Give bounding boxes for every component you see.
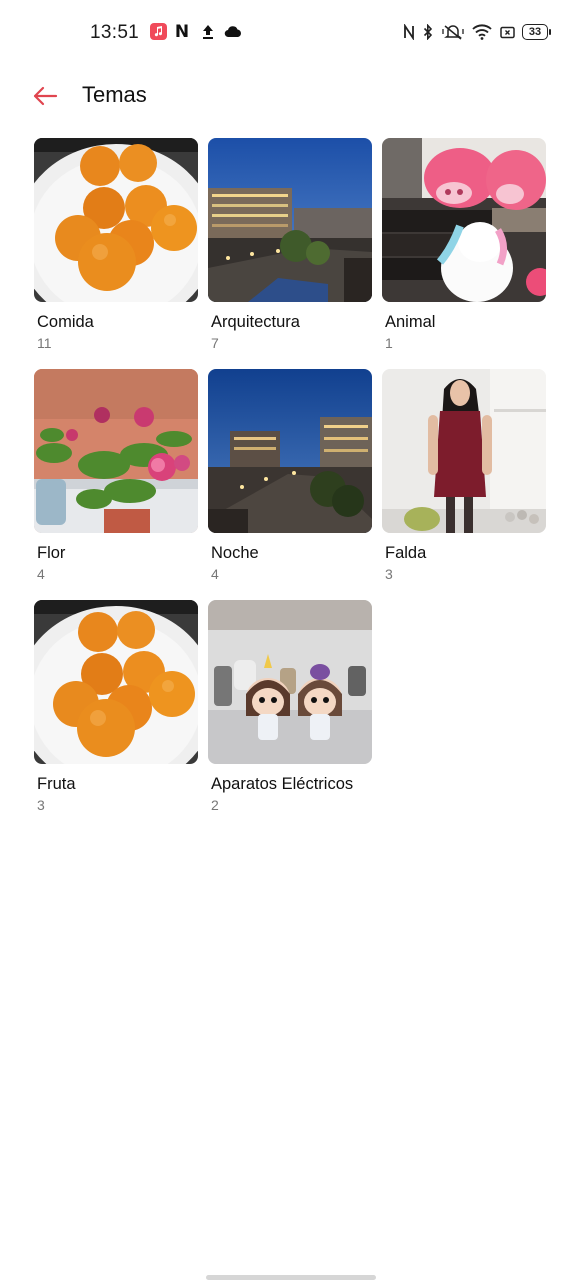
topic-name: Falda [385, 544, 427, 562]
topic-name: Noche [211, 544, 259, 562]
topic-name: Arquitectura [211, 313, 300, 331]
home-indicator[interactable] [206, 1275, 376, 1280]
topic-count: 3 [37, 797, 45, 813]
topic-name: Fruta [37, 775, 76, 793]
thumbnail-woman-red-dress [382, 369, 546, 533]
thumbnail-flowers [34, 369, 198, 533]
topic-count: 4 [211, 566, 219, 582]
topic-count: 1 [385, 335, 393, 351]
topic-name: Aparatos Eléctricos [211, 775, 354, 793]
topic-name: Animal [385, 313, 436, 331]
topic-count: 3 [385, 566, 393, 582]
thumbnail-oranges [34, 600, 198, 764]
thumbnail-oranges [34, 138, 198, 302]
topic-count: 2 [211, 797, 219, 813]
thumbnail-funko-figures [208, 600, 372, 764]
thumbnail-plush-toys [382, 138, 546, 302]
topic-count: 7 [211, 335, 219, 351]
topic-count: 4 [37, 566, 45, 582]
topic-count: 11 [37, 335, 52, 351]
topics-grid: Comida 11 Arquitectura 7 Animal 1 Flor 4… [0, 0, 582, 900]
thumbnail-night-city [208, 369, 372, 533]
topic-name: Comida [37, 313, 94, 331]
thumbnail-city-street [208, 138, 372, 302]
topic-name: Flor [37, 544, 66, 562]
